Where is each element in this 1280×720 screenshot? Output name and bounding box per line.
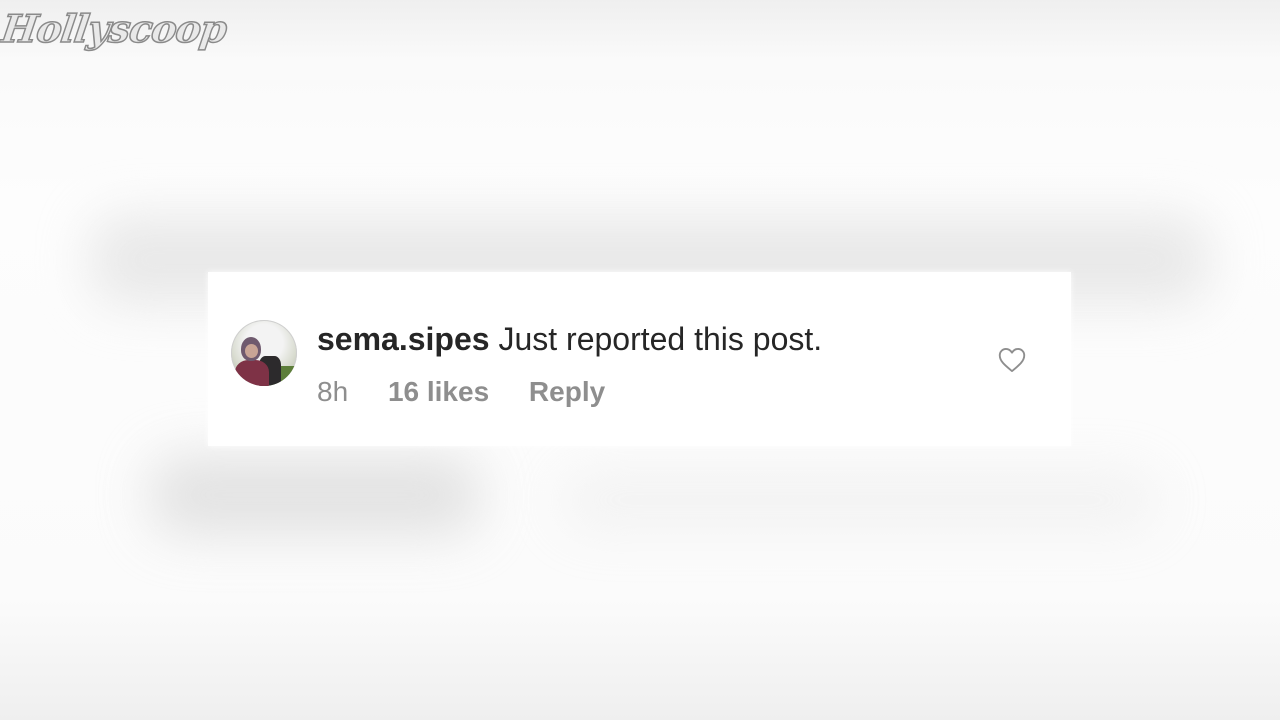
comment-card: sema.sipes Just reported this post. 8h 1… <box>208 272 1071 446</box>
heart-outline-icon[interactable] <box>998 347 1026 373</box>
comment-meta: 8h 16 likes Reply <box>317 376 637 408</box>
hollyscoop-logo: Hollyscoop <box>0 5 230 52</box>
blurred-background-comment <box>150 455 480 535</box>
blurred-background-comment <box>560 470 1160 530</box>
video-frame: Hollyscoop sema.sipes Just reported this… <box>0 0 1280 720</box>
comment-likes-count[interactable]: 16 likes <box>388 376 489 407</box>
avatar[interactable] <box>231 320 297 386</box>
comment-username[interactable]: sema.sipes <box>317 321 490 357</box>
comment-timestamp: 8h <box>317 376 349 407</box>
comment-body: Just reported this post. <box>498 321 823 357</box>
comment-text-line: sema.sipes Just reported this post. <box>317 321 822 358</box>
reply-button[interactable]: Reply <box>529 376 605 407</box>
